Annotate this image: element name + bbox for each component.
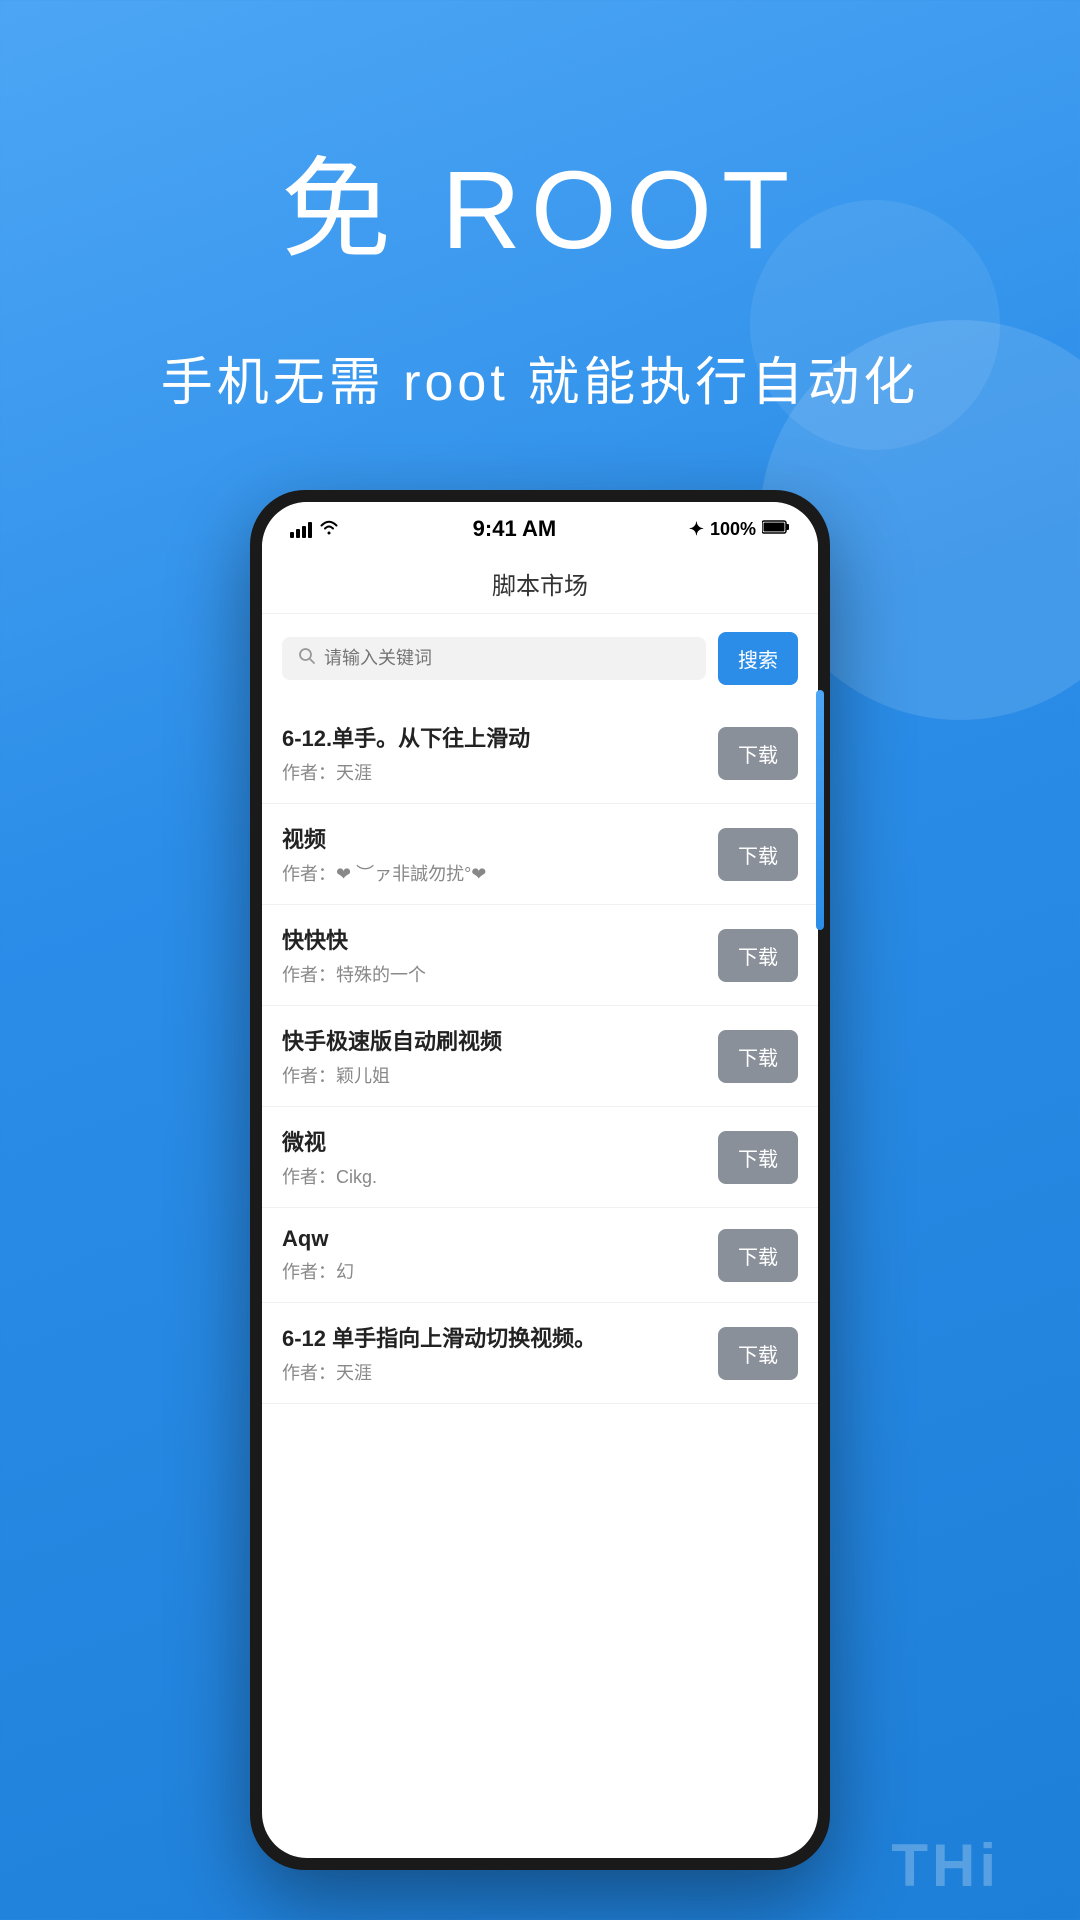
- download-button[interactable]: 下载: [718, 828, 798, 881]
- phone-frame: 9:41 AM ✦ 100% 脚本市场: [250, 490, 830, 1870]
- hero-subtitle: 手机无需 root 就能执行自动化: [0, 340, 1080, 415]
- status-left: [290, 519, 340, 540]
- item-author: 作者：天涯: [282, 759, 702, 785]
- item-title: Aqw: [282, 1226, 702, 1252]
- list-item: Aqw 作者：幻 下载: [262, 1208, 818, 1303]
- download-button[interactable]: 下载: [718, 929, 798, 982]
- hero-section: 免 ROOT 手机无需 root 就能执行自动化: [0, 0, 1080, 415]
- download-button[interactable]: 下载: [718, 1030, 798, 1083]
- item-title: 快手极速版自动刷视频: [282, 1024, 702, 1056]
- signal-bar-1: [290, 532, 294, 538]
- item-info: 快手极速版自动刷视频 作者：颖儿姐: [282, 1024, 702, 1088]
- item-info: 快快快 作者：特殊的一个: [282, 923, 702, 987]
- signal-bar-4: [308, 522, 312, 538]
- item-title: 快快快: [282, 923, 702, 955]
- battery-icon: [762, 519, 790, 540]
- download-button[interactable]: 下载: [718, 1327, 798, 1380]
- search-button[interactable]: 搜索: [718, 632, 798, 685]
- list-item: 视频 作者：❤ ︶ァ非誠勿扰°❤ 下载: [262, 804, 818, 905]
- battery-percent: 100%: [710, 519, 756, 540]
- item-info: 视频 作者：❤ ︶ァ非誠勿扰°❤: [282, 822, 702, 886]
- item-author: 作者：❤ ︶ァ非誠勿扰°❤: [282, 860, 702, 886]
- item-title: 微视: [282, 1125, 702, 1157]
- download-button[interactable]: 下载: [718, 1131, 798, 1184]
- wifi-icon: [318, 519, 340, 540]
- search-section: 搜索: [262, 614, 818, 703]
- right-accent-bar: [816, 690, 818, 930]
- item-info: 6-12.单手。从下往上滑动 作者：天涯: [282, 721, 702, 785]
- status-bar: 9:41 AM ✦ 100%: [262, 502, 818, 550]
- item-author: 作者：颖儿姐: [282, 1062, 702, 1088]
- download-button[interactable]: 下载: [718, 727, 798, 780]
- script-list: 6-12.单手。从下往上滑动 作者：天涯 下载 视频 作者：❤ ︶ァ非誠勿扰°❤: [262, 703, 818, 1858]
- list-item: 6-12.单手。从下往上滑动 作者：天涯 下载: [262, 703, 818, 804]
- status-time: 9:41 AM: [473, 516, 557, 542]
- item-author: 作者：幻: [282, 1258, 702, 1284]
- item-title: 6-12.单手。从下往上滑动: [282, 721, 702, 753]
- list-item: 6-12 单手指向上滑动切换视频。 作者：天涯 下载: [262, 1303, 818, 1404]
- phone-screen: 9:41 AM ✦ 100% 脚本市场: [262, 502, 818, 1858]
- search-input[interactable]: [324, 648, 690, 669]
- bottom-text: THi: [891, 1831, 1000, 1900]
- signal-bar-3: [302, 526, 306, 538]
- item-info: Aqw 作者：幻: [282, 1226, 702, 1284]
- download-button[interactable]: 下载: [718, 1229, 798, 1282]
- item-info: 6-12 单手指向上滑动切换视频。 作者：天涯: [282, 1321, 702, 1385]
- item-author: 作者：Cikg.: [282, 1163, 702, 1189]
- item-title: 视频: [282, 822, 702, 854]
- status-right: ✦ 100%: [689, 519, 790, 540]
- app-header: 脚本市场: [262, 550, 818, 614]
- signal-bar-2: [296, 529, 300, 538]
- item-author: 作者：天涯: [282, 1359, 702, 1385]
- hero-title: 免 ROOT: [0, 120, 1080, 280]
- list-item: 快快快 作者：特殊的一个 下载: [262, 905, 818, 1006]
- signal-bars: [290, 520, 312, 538]
- bluetooth-icon: ✦: [689, 519, 704, 540]
- item-info: 微视 作者：Cikg.: [282, 1125, 702, 1189]
- app-header-title: 脚本市场: [492, 573, 588, 600]
- item-author: 作者：特殊的一个: [282, 961, 702, 987]
- search-input-wrapper[interactable]: [282, 637, 706, 680]
- list-item: 快手极速版自动刷视频 作者：颖儿姐 下载: [262, 1006, 818, 1107]
- phone-mockup: 9:41 AM ✦ 100% 脚本市场: [250, 490, 830, 1870]
- item-title: 6-12 单手指向上滑动切换视频。: [282, 1321, 702, 1353]
- list-item: 微视 作者：Cikg. 下载: [262, 1107, 818, 1208]
- search-icon: [298, 647, 316, 670]
